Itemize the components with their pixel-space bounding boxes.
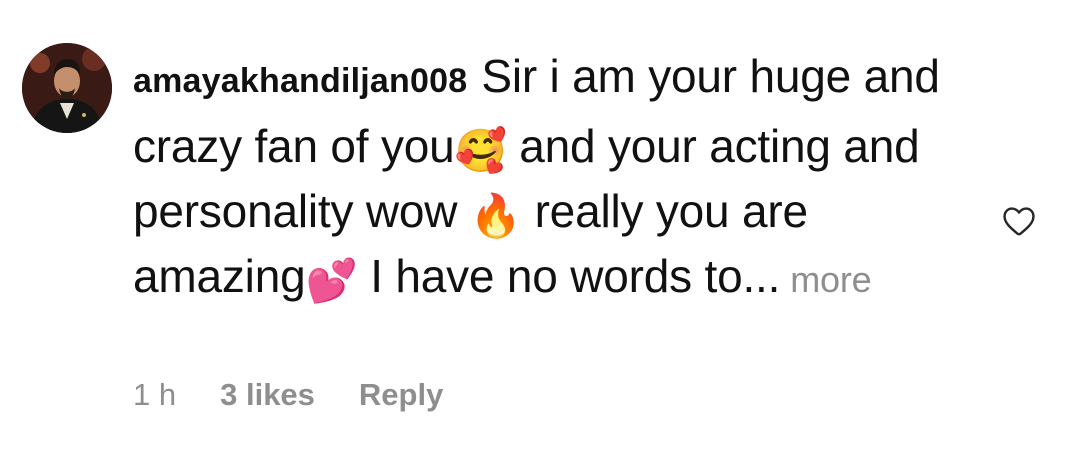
more-link[interactable]: more	[790, 259, 871, 300]
two-hearts-icon: 💕	[305, 257, 358, 304]
fire-icon: 🔥	[469, 192, 522, 239]
comment-text-4: I have no words to...	[370, 250, 781, 302]
comment-meta: 1 h 3 likes Reply	[133, 377, 443, 413]
like-button[interactable]	[1002, 205, 1036, 237]
heart-outline-icon	[1003, 207, 1035, 236]
comment-item: amayakhandiljan008 Sir i am your huge and…	[0, 0, 1080, 467]
smiling-face-with-hearts-icon: 🥰	[454, 127, 507, 174]
avatar[interactable]	[22, 43, 112, 133]
likes-count[interactable]: 3 likes	[220, 377, 315, 413]
avatar-image	[22, 43, 112, 133]
timestamp: 1 h	[133, 377, 177, 412]
username[interactable]: amayakhandiljan008	[133, 62, 467, 100]
comment-body: amayakhandiljan008 Sir i am your huge and…	[133, 44, 968, 312]
reply-button[interactable]: Reply	[359, 377, 443, 413]
